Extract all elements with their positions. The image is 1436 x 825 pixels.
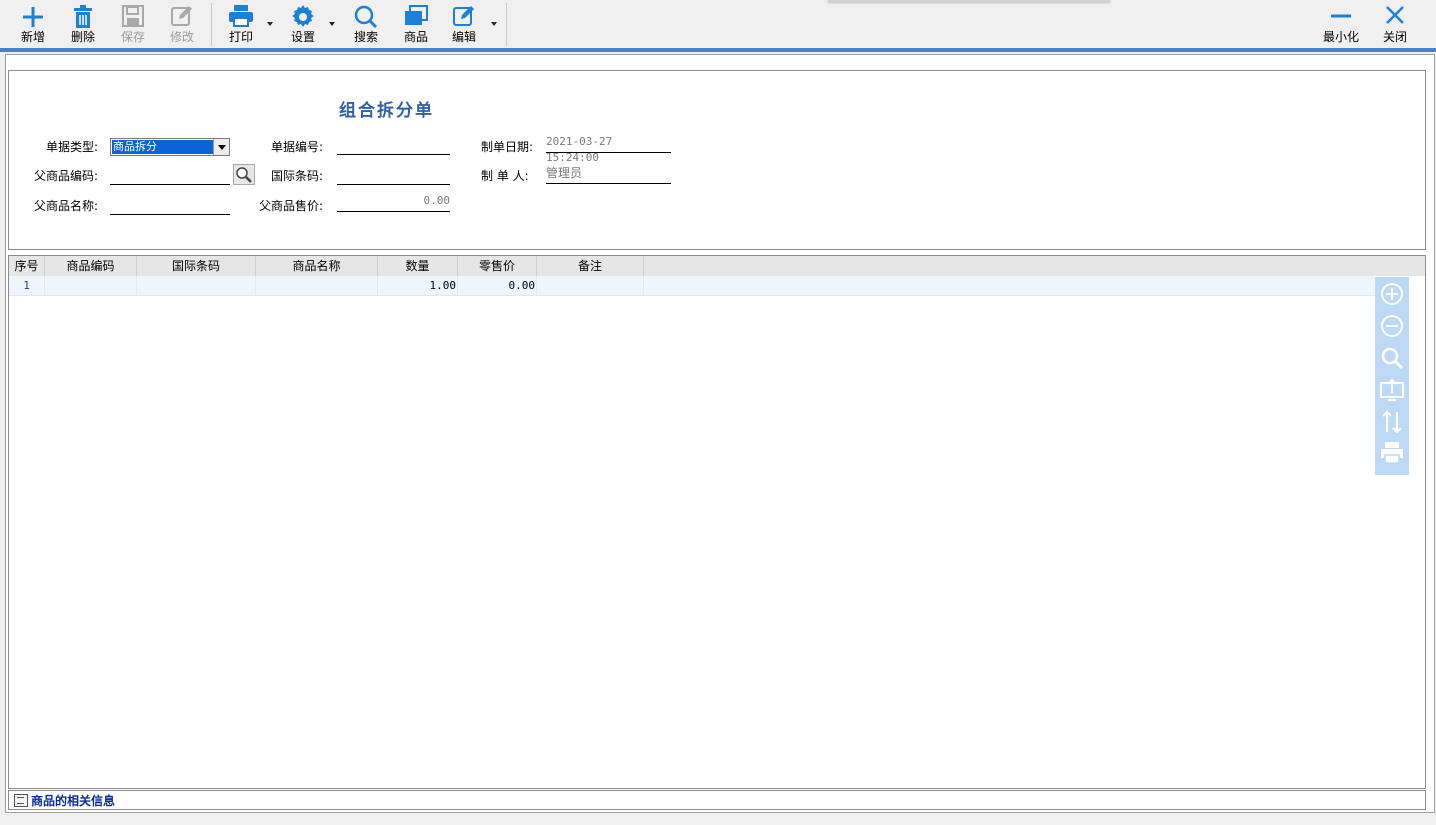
printer-icon[interactable] bbox=[1380, 442, 1404, 466]
cell-name[interactable] bbox=[256, 276, 378, 296]
col-code-header[interactable]: 商品编码 bbox=[45, 256, 137, 276]
cell-note[interactable] bbox=[537, 276, 644, 296]
toolbar-separator bbox=[506, 3, 507, 46]
magnifier-icon bbox=[236, 167, 252, 183]
col-seq-header[interactable]: 序号 bbox=[9, 256, 45, 276]
doc-type-value: 商品拆分 bbox=[112, 140, 213, 154]
product-info-bar[interactable]: 商品的相关信息 bbox=[8, 790, 1426, 810]
modify-label: 修改 bbox=[169, 30, 194, 44]
edit-label: 编辑 bbox=[451, 30, 476, 44]
print-label: 打印 bbox=[228, 30, 253, 44]
export-icon[interactable] bbox=[1380, 378, 1404, 402]
settings-dropdown-icon[interactable] bbox=[329, 22, 335, 26]
toolbar: 新增 删除 保存 修改 打印 设置 搜索 商品 编辑 最小化 关闭 bbox=[0, 0, 1436, 48]
settings-button[interactable]: 设置 bbox=[284, 0, 322, 48]
plus-icon bbox=[14, 0, 52, 30]
col-qty-header[interactable]: 数量 bbox=[378, 256, 458, 276]
toolbar-separator bbox=[211, 3, 212, 46]
grid-side-toolbar bbox=[1375, 277, 1409, 475]
items-grid: 序号 商品编码 国际条码 商品名称 数量 零售价 备注 1 1.00 0.00 bbox=[8, 255, 1426, 789]
col-note-header[interactable]: 备注 bbox=[537, 256, 644, 276]
minimize-button[interactable]: 最小化 bbox=[1318, 0, 1364, 48]
document-icon bbox=[14, 794, 28, 807]
date-field[interactable]: 2021-03-27 15:24:00 bbox=[546, 134, 671, 164]
col-price-header[interactable]: 零售价 bbox=[458, 256, 537, 276]
printer-icon bbox=[222, 0, 260, 30]
barcode-field[interactable] bbox=[337, 166, 450, 185]
doc-no-label: 单据编号: bbox=[271, 140, 324, 154]
trash-icon bbox=[64, 0, 102, 30]
doc-no-field[interactable] bbox=[337, 136, 450, 155]
close-button[interactable]: 关闭 bbox=[1376, 0, 1414, 48]
lookup-button[interactable] bbox=[233, 164, 255, 185]
remove-row-icon[interactable] bbox=[1380, 314, 1404, 338]
form-title: 组合拆分单 bbox=[339, 101, 434, 121]
col-name-header[interactable]: 商品名称 bbox=[256, 256, 378, 276]
product-label: 商品 bbox=[403, 30, 428, 44]
search-label: 搜索 bbox=[353, 30, 378, 44]
parent-price-label: 父商品售价: bbox=[259, 199, 324, 213]
edit-dropdown-icon[interactable] bbox=[491, 22, 497, 26]
sort-icon[interactable] bbox=[1380, 410, 1404, 434]
form-header: 组合拆分单 单据类型: 商品拆分 单据编号: 制单日期: 2021-03-27 … bbox=[8, 70, 1426, 250]
add-row-icon[interactable] bbox=[1380, 282, 1404, 306]
toolbar-accent-bar bbox=[0, 48, 1436, 52]
creator-field[interactable]: 管理员 bbox=[546, 165, 671, 184]
search-icon bbox=[347, 0, 385, 30]
cell-seq[interactable]: 1 bbox=[9, 276, 45, 296]
chevron-down-icon[interactable] bbox=[213, 139, 229, 155]
date-label: 制单日期: bbox=[481, 140, 534, 154]
delete-label: 删除 bbox=[70, 30, 95, 44]
product-windows-icon bbox=[397, 0, 435, 30]
edit-button[interactable]: 编辑 bbox=[445, 0, 483, 48]
floppy-disk-icon bbox=[114, 0, 152, 30]
search-icon[interactable] bbox=[1380, 346, 1404, 370]
delete-button[interactable]: 删除 bbox=[64, 0, 102, 48]
new-label: 新增 bbox=[20, 30, 45, 44]
creator-label: 制 单 人: bbox=[481, 169, 529, 183]
close-icon bbox=[1376, 0, 1414, 30]
parent-name-field[interactable] bbox=[110, 196, 230, 215]
parent-price-field[interactable]: 0.00 bbox=[337, 193, 450, 212]
grid-header: 序号 商品编码 国际条码 商品名称 数量 零售价 备注 bbox=[9, 256, 1425, 276]
save-button[interactable]: 保存 bbox=[114, 0, 152, 48]
parent-name-label: 父商品名称: bbox=[34, 199, 99, 213]
parent-code-label: 父商品编码: bbox=[34, 169, 99, 183]
search-button[interactable]: 搜索 bbox=[347, 0, 385, 48]
barcode-label: 国际条码: bbox=[271, 169, 324, 183]
gear-icon bbox=[284, 0, 322, 30]
print-dropdown-icon[interactable] bbox=[267, 22, 273, 26]
cell-qty[interactable]: 1.00 bbox=[378, 276, 458, 296]
print-button[interactable]: 打印 bbox=[222, 0, 260, 48]
modify-button[interactable]: 修改 bbox=[163, 0, 201, 48]
product-button[interactable]: 商品 bbox=[397, 0, 435, 48]
edit-icon bbox=[445, 0, 483, 30]
floating-window-edge bbox=[828, 0, 1110, 2]
save-label: 保存 bbox=[120, 30, 145, 44]
cell-barcode[interactable] bbox=[137, 276, 256, 296]
doc-type-select[interactable]: 商品拆分 bbox=[110, 138, 230, 156]
minimize-icon bbox=[1318, 0, 1364, 30]
settings-label: 设置 bbox=[290, 30, 315, 44]
product-info-label[interactable]: 商品的相关信息 bbox=[31, 792, 115, 809]
cell-price[interactable]: 0.00 bbox=[458, 276, 537, 296]
parent-code-field[interactable] bbox=[110, 166, 230, 185]
col-barcode-header[interactable]: 国际条码 bbox=[137, 256, 256, 276]
new-button[interactable]: 新增 bbox=[14, 0, 52, 48]
main-panel: 组合拆分单 单据类型: 商品拆分 单据编号: 制单日期: 2021-03-27 … bbox=[5, 54, 1435, 813]
cell-code[interactable] bbox=[45, 276, 137, 296]
minimize-label: 最小化 bbox=[1322, 30, 1359, 44]
close-label: 关闭 bbox=[1382, 30, 1407, 44]
edit-note-icon bbox=[163, 0, 201, 30]
doc-type-label: 单据类型: bbox=[46, 140, 99, 154]
table-row[interactable]: 1 1.00 0.00 bbox=[9, 276, 1375, 296]
